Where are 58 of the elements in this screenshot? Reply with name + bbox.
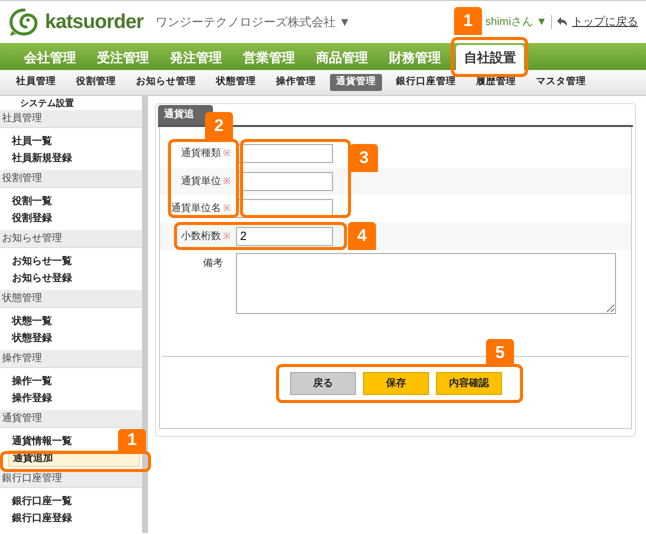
sidebar-link[interactable]: 操作登録 [12,390,52,407]
sidebar-link[interactable]: お知らせ登録 [12,270,72,287]
required-mark: ※ [223,174,231,188]
text-field[interactable]: 2 [236,226,333,246]
form-tab[interactable]: 通貨追 [158,105,213,125]
sub-nav-tab[interactable]: マスタ管理 [530,74,592,91]
sidebar-link[interactable]: 社員一覧 [12,133,52,150]
text-field[interactable] [236,144,333,164]
sidebar-link[interactable]: 状態登録 [12,330,52,347]
notes-label: 備考 [203,256,223,271]
sidebar-link[interactable]: 操作一覧 [12,373,52,390]
annotation-badge: 1 [454,7,482,35]
sub-nav-tab[interactable]: 社員管理 [10,74,62,91]
sidebar-link[interactable]: 状態一覧 [12,313,52,330]
sidebar-link[interactable]: 役割一覧 [12,193,52,210]
sidebar-link[interactable]: 銀行口座一覧 [12,493,72,510]
sidebar-link[interactable]: 社員新規登録 [12,150,72,167]
sidebar-group-header: お知らせ管理 [0,230,142,248]
required-mark: ※ [223,202,231,215]
logo-text: katsuorder [45,10,144,35]
required-mark: ※ [223,230,231,242]
sub-nav-tab[interactable]: 通貨管理 [330,74,382,91]
main-nav-tab[interactable]: 自社設置 [456,45,524,70]
sidebar-link[interactable]: 通貨情報一覧 [12,433,72,450]
sidebar-group-header: 通貨管理 [0,410,142,428]
user-menu[interactable]: shimiさん ▼ [485,14,547,30]
sub-nav-tab[interactable]: 状態管理 [210,74,262,91]
top-link[interactable]: トップに戻る [572,14,638,30]
field-label: 通貨単位名 [171,202,221,216]
form-button[interactable]: 内容確認 [436,372,502,395]
sidebar-group-header: 操作管理 [0,350,142,368]
required-mark: ※ [223,147,231,160]
annotation-badge: 2 [205,112,233,140]
sidebar-group-header: 状態管理 [0,290,142,308]
sub-nav-tab[interactable]: 役割管理 [70,74,122,91]
text-field[interactable] [236,172,333,191]
annotation-badge: 3 [350,144,378,172]
company-selector[interactable]: ワンジーテクノロジーズ株式会社 ▼ [155,13,351,31]
sub-nav-tab[interactable]: お知らせ管理 [130,74,202,91]
form-button[interactable]: 保存 [363,372,429,395]
sidebar-link[interactable]: 銀行口座登録 [12,510,72,527]
annotation-badge: 5 [486,339,514,367]
sidebar-title: システム設置 [20,98,74,108]
form-button[interactable]: 戻る [290,372,356,395]
field-label: 小数桁数 [181,230,221,244]
annotation-badge: 1 [118,429,146,451]
sidebar-group-header: 社員管理 [0,110,142,128]
sub-nav-tab[interactable]: 操作管理 [270,74,322,91]
annotation-badge: 4 [348,222,376,250]
return-arrow-icon [556,17,568,27]
fish-logo-icon [8,7,40,37]
sidebar-link[interactable]: お知らせ一覧 [12,253,72,270]
notes-field[interactable] [236,253,616,314]
sidebar-group-header: 役割管理 [0,170,142,188]
sub-nav-tab[interactable]: 銀行口座管理 [390,74,462,91]
field-label: 通貨種類 [181,146,221,162]
sidebar-link[interactable]: 役割登録 [12,210,52,227]
field-label: 通貨単位 [181,174,221,189]
